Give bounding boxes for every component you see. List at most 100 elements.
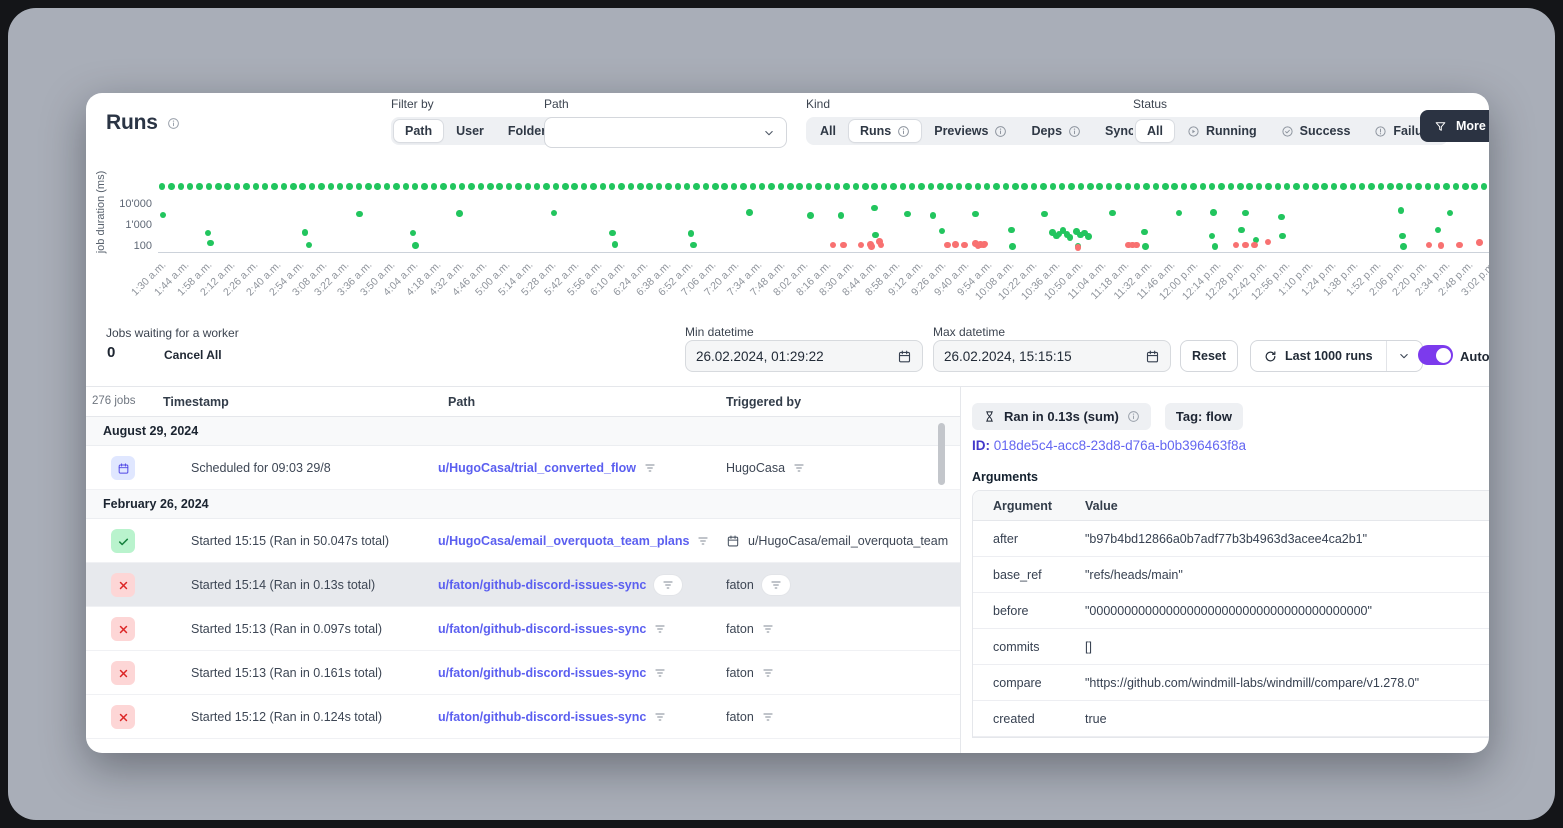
job-dot[interactable]: [1251, 242, 1258, 249]
job-dot[interactable]: [703, 183, 710, 190]
auto-refresh-toggle[interactable]: [1418, 345, 1453, 365]
job-dot[interactable]: [930, 212, 937, 219]
job-dot[interactable]: [1190, 183, 1197, 190]
job-dot[interactable]: [1387, 183, 1394, 190]
job-dot[interactable]: [1471, 183, 1478, 190]
job-dot[interactable]: [262, 183, 269, 190]
job-dot[interactable]: [825, 183, 832, 190]
job-dot[interactable]: [187, 183, 194, 190]
job-dot[interactable]: [1115, 183, 1122, 190]
job-dot[interactable]: [1438, 242, 1445, 249]
job-dot[interactable]: [525, 183, 532, 190]
job-dot[interactable]: [1041, 211, 1048, 218]
status-option-all[interactable]: All: [1136, 120, 1174, 142]
job-dot[interactable]: [787, 183, 794, 190]
job-dot[interactable]: [759, 183, 766, 190]
max-datetime-input[interactable]: [944, 349, 1137, 364]
job-dot[interactable]: [590, 183, 597, 190]
job-dot[interactable]: [356, 211, 363, 218]
job-dot[interactable]: [881, 183, 888, 190]
job-dot[interactable]: [1265, 239, 1272, 246]
job-dot[interactable]: [271, 183, 278, 190]
filter-funnel-button[interactable]: [762, 575, 790, 595]
job-dot[interactable]: [1141, 229, 1148, 236]
job-dot[interactable]: [618, 183, 625, 190]
id-value-link[interactable]: 018de5c4-acc8-23d8-d76a-b0b396463f8a: [994, 438, 1246, 453]
filter-funnel-button[interactable]: [654, 711, 666, 723]
job-dot[interactable]: [1368, 183, 1375, 190]
job-dot[interactable]: [1425, 183, 1432, 190]
last-runs-dropdown-button[interactable]: [1386, 341, 1422, 371]
job-dot[interactable]: [830, 242, 837, 249]
job-dot[interactable]: [290, 183, 297, 190]
job-dot[interactable]: [637, 183, 644, 190]
job-dot[interactable]: [665, 183, 672, 190]
job-dot[interactable]: [1143, 183, 1150, 190]
job-dot[interactable]: [807, 212, 814, 219]
job-path-link[interactable]: u/HugoCasa/email_overquota_team_plans: [438, 534, 689, 548]
calendar-icon[interactable]: [897, 349, 912, 364]
job-dot[interactable]: [1210, 209, 1217, 216]
job-dot[interactable]: [224, 183, 231, 190]
job-path-link[interactable]: u/faton/github-discord-issues-sync: [438, 622, 646, 636]
job-dot[interactable]: [281, 183, 288, 190]
job-dot[interactable]: [840, 242, 847, 249]
job-dot[interactable]: [1312, 183, 1319, 190]
job-dot[interactable]: [168, 183, 175, 190]
job-row[interactable]: Started 15:13 (Ran in 0.161s total) u/fa…: [86, 651, 960, 695]
job-dot[interactable]: [534, 183, 541, 190]
job-dot[interactable]: [1246, 183, 1253, 190]
job-dot[interactable]: [939, 228, 946, 235]
job-dot[interactable]: [299, 183, 306, 190]
job-dot[interactable]: [412, 242, 419, 249]
job-dot[interactable]: [553, 183, 560, 190]
job-dot[interactable]: [365, 183, 372, 190]
job-dot[interactable]: [487, 183, 494, 190]
job-dot[interactable]: [562, 183, 569, 190]
job-dot[interactable]: [1009, 243, 1016, 250]
job-dot[interactable]: [306, 242, 313, 249]
job-dot[interactable]: [1125, 183, 1132, 190]
job-dot[interactable]: [965, 183, 972, 190]
filter-funnel-button[interactable]: [654, 667, 666, 679]
job-dot[interactable]: [1059, 183, 1066, 190]
job-dot[interactable]: [628, 183, 635, 190]
job-dot[interactable]: [346, 183, 353, 190]
job-dot[interactable]: [838, 212, 845, 219]
job-dot[interactable]: [206, 183, 213, 190]
job-dot[interactable]: [1109, 210, 1116, 217]
job-dot[interactable]: [900, 183, 907, 190]
path-select[interactable]: [544, 117, 787, 148]
job-dot[interactable]: [1200, 183, 1207, 190]
job-dot[interactable]: [1218, 183, 1225, 190]
job-dot[interactable]: [1293, 183, 1300, 190]
job-dot[interactable]: [834, 183, 841, 190]
job-dot[interactable]: [815, 183, 822, 190]
job-dot[interactable]: [543, 183, 550, 190]
job-dot[interactable]: [515, 183, 522, 190]
job-dot[interactable]: [975, 183, 982, 190]
job-dot[interactable]: [410, 230, 417, 237]
job-dot[interactable]: [778, 183, 785, 190]
job-dot[interactable]: [178, 183, 185, 190]
job-dot[interactable]: [1040, 183, 1047, 190]
job-dot[interactable]: [1096, 183, 1103, 190]
filter-funnel-button[interactable]: [654, 623, 666, 635]
job-dot[interactable]: [1237, 183, 1244, 190]
job-dot[interactable]: [374, 183, 381, 190]
job-dot[interactable]: [1462, 183, 1469, 190]
job-dot[interactable]: [981, 241, 988, 248]
job-dot[interactable]: [1238, 227, 1245, 234]
job-dot[interactable]: [1406, 183, 1413, 190]
job-dot[interactable]: [456, 210, 463, 217]
job-dot[interactable]: [1003, 183, 1010, 190]
job-dot[interactable]: [1068, 183, 1075, 190]
job-dot[interactable]: [1176, 210, 1183, 217]
job-dot[interactable]: [1453, 183, 1460, 190]
job-dot[interactable]: [1331, 183, 1338, 190]
job-dot[interactable]: [384, 183, 391, 190]
job-dot[interactable]: [459, 183, 466, 190]
job-duration-chart[interactable]: job duration (ms) 10'000 1'000 100 1:30 …: [86, 169, 1489, 329]
job-dot[interactable]: [1279, 233, 1286, 240]
job-dot[interactable]: [309, 183, 316, 190]
